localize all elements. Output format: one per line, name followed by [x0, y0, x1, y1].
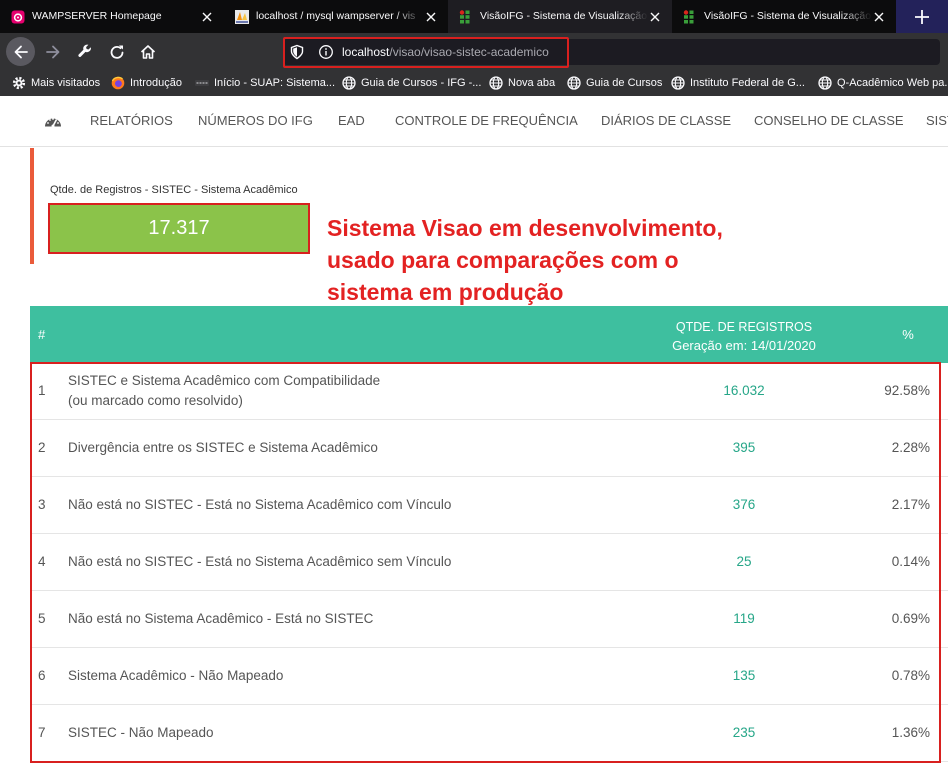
nav-controle-de-frequencia[interactable]: CONTROLE DE FREQUÊNCIA: [395, 96, 578, 146]
bookmark-label: Introdução: [130, 77, 182, 89]
kpi-accent-bar: [30, 148, 34, 264]
reload-icon: [110, 45, 124, 59]
bookmark-introducao[interactable]: Introdução: [111, 70, 182, 96]
kpi-label: Qtde. de Registros - SISTEC - Sistema Ac…: [50, 184, 298, 196]
header-qty: QTDE. DE REGISTROS Geração em: 14/01/202…: [644, 318, 844, 356]
nav-diarios-de-classe[interactable]: DIÁRIOS DE CLASSE: [601, 96, 731, 146]
globe-icon: [567, 76, 581, 90]
visaoifg-icon: [459, 10, 473, 24]
bookmark-label: Q-Acadêmico Web pa...: [837, 77, 948, 89]
close-icon[interactable]: [650, 12, 660, 22]
bookmark-q-academico[interactable]: Q-Acadêmico Web pa...: [818, 70, 948, 96]
forward-arrow-icon: [46, 45, 60, 59]
back-button[interactable]: [6, 37, 35, 66]
gear-icon: [12, 76, 26, 90]
bookmark-label: Nova aba: [508, 77, 556, 89]
tab-title: WAMPSERVER Homepage: [32, 10, 162, 22]
site-navigation: RELATÓRIOS NÚMEROS DO IFG EAD CONTROLE D…: [0, 96, 948, 147]
home-icon: [140, 45, 156, 59]
nav-numeros-do-ifg[interactable]: NÚMEROS DO IFG: [198, 96, 313, 146]
rows-highlight-box: [30, 362, 941, 763]
bookmark-label: Início - SUAP: Sistema...: [214, 77, 336, 89]
nav-sist[interactable]: SIST: [926, 96, 948, 146]
tab-visaoifg[interactable]: VisãoIFG - Sistema de Visualização: [448, 0, 672, 33]
tab-title: localhost / mysql wampserver / vis: [256, 10, 416, 22]
globe-icon: [342, 76, 356, 90]
firefox-icon: [111, 76, 125, 90]
back-arrow-icon: [14, 45, 28, 58]
bookmark-guia-cursos-ifg[interactable]: Guia de Cursos - IFG -...: [342, 70, 481, 96]
customize-button[interactable]: [75, 42, 95, 62]
nav-ead[interactable]: EAD: [338, 96, 365, 146]
bookmarks-bar: Mais visitados Introdução Início - SUAP:…: [0, 70, 948, 96]
close-icon[interactable]: [874, 12, 884, 22]
annotation-note: Sistema Visao em desenvolvimento, usado …: [327, 212, 767, 308]
nav-relatorios[interactable]: RELATÓRIOS: [90, 96, 173, 146]
close-icon[interactable]: [426, 12, 436, 22]
annotation-line: Sistema Visao em desenvolvimento,: [327, 215, 723, 241]
phpmyadmin-icon: [235, 10, 249, 24]
close-icon[interactable]: [202, 12, 212, 22]
header-index: #: [38, 327, 46, 342]
wrench-icon: [78, 44, 91, 57]
bookmark-label: Mais visitados: [31, 77, 101, 89]
tab-visaoifg-2[interactable]: VisãoIFG - Sistema de Visualização: [672, 0, 896, 33]
tab-title: VisãoIFG - Sistema de Visualização: [480, 10, 648, 22]
table-header: # QTDE. DE REGISTROS Geração em: 14/01/2…: [30, 306, 948, 363]
tab-phpmyadmin[interactable]: localhost / mysql wampserver / vis: [224, 0, 448, 33]
home-button[interactable]: [138, 42, 158, 62]
globe-icon: [489, 76, 503, 90]
tab-wampserver[interactable]: WAMPSERVER Homepage: [0, 0, 224, 33]
url-highlight-box: [283, 37, 569, 68]
bookmark-guia-cursos[interactable]: Guia de Cursos: [567, 70, 662, 96]
bookmark-label: Guia de Cursos: [586, 77, 663, 89]
suap-icon: [195, 76, 209, 90]
new-tab-button[interactable]: [896, 0, 948, 33]
bookmark-suap[interactable]: Início - SUAP: Sistema...: [195, 70, 335, 96]
bookmark-label: Instituto Federal de G...: [690, 77, 805, 89]
visaoifg-icon: [683, 10, 697, 24]
tab-bar: WAMPSERVER Homepage localhost / mysql wa…: [0, 0, 948, 33]
header-percent: %: [902, 327, 914, 342]
annotation-line: sistema em produção: [327, 279, 564, 305]
plus-icon: [915, 9, 929, 24]
dashboard-icon[interactable]: [44, 113, 62, 128]
globe-icon: [818, 76, 832, 90]
header-qty-label: QTDE. DE REGISTROS: [675, 320, 813, 334]
navigation-toolbar: localhost/visao/visao-sistec-academico: [0, 33, 948, 70]
bookmark-mais-visitados[interactable]: Mais visitados: [12, 70, 100, 96]
forward-button[interactable]: [43, 42, 63, 62]
reload-button[interactable]: [107, 42, 127, 62]
bookmark-instituto-federal[interactable]: Instituto Federal de G...: [671, 70, 805, 96]
wampserver-icon: [11, 10, 25, 24]
tab-title: VisãoIFG - Sistema de Visualização: [704, 10, 872, 22]
kpi-highlight-box: [48, 203, 310, 254]
bookmark-label: Guia de Cursos - IFG -...: [361, 77, 482, 89]
annotation-line: usado para comparações com o: [327, 247, 679, 273]
globe-icon: [671, 76, 685, 90]
bookmark-nova-aba[interactable]: Nova aba: [489, 70, 555, 96]
nav-conselho-de-classe[interactable]: CONSELHO DE CLASSE: [754, 96, 904, 146]
header-generated-date: Geração em: 14/01/2020: [672, 338, 816, 353]
